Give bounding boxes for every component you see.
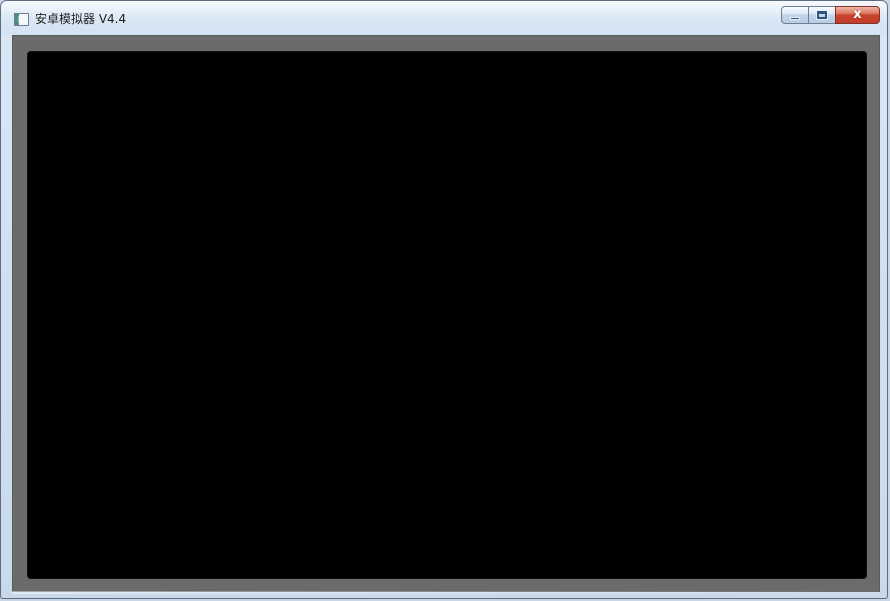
window-bottom-edge xyxy=(12,591,880,594)
app-icon xyxy=(14,13,29,26)
window-title: 安卓模拟器 V4.4 xyxy=(35,12,127,26)
title-bar[interactable]: 安卓模拟器 V4.4 x xyxy=(1,1,887,35)
emulator-window: 安卓模拟器 V4.4 x xyxy=(0,0,888,599)
close-icon: x xyxy=(853,6,862,22)
android-display[interactable] xyxy=(27,51,867,579)
maximize-button[interactable] xyxy=(808,6,836,24)
close-button[interactable]: x xyxy=(835,6,880,24)
emulator-frame xyxy=(12,35,880,592)
minimize-icon xyxy=(790,16,800,20)
window-controls: x xyxy=(781,6,880,26)
minimize-button[interactable] xyxy=(781,6,809,24)
maximize-icon xyxy=(817,11,827,19)
